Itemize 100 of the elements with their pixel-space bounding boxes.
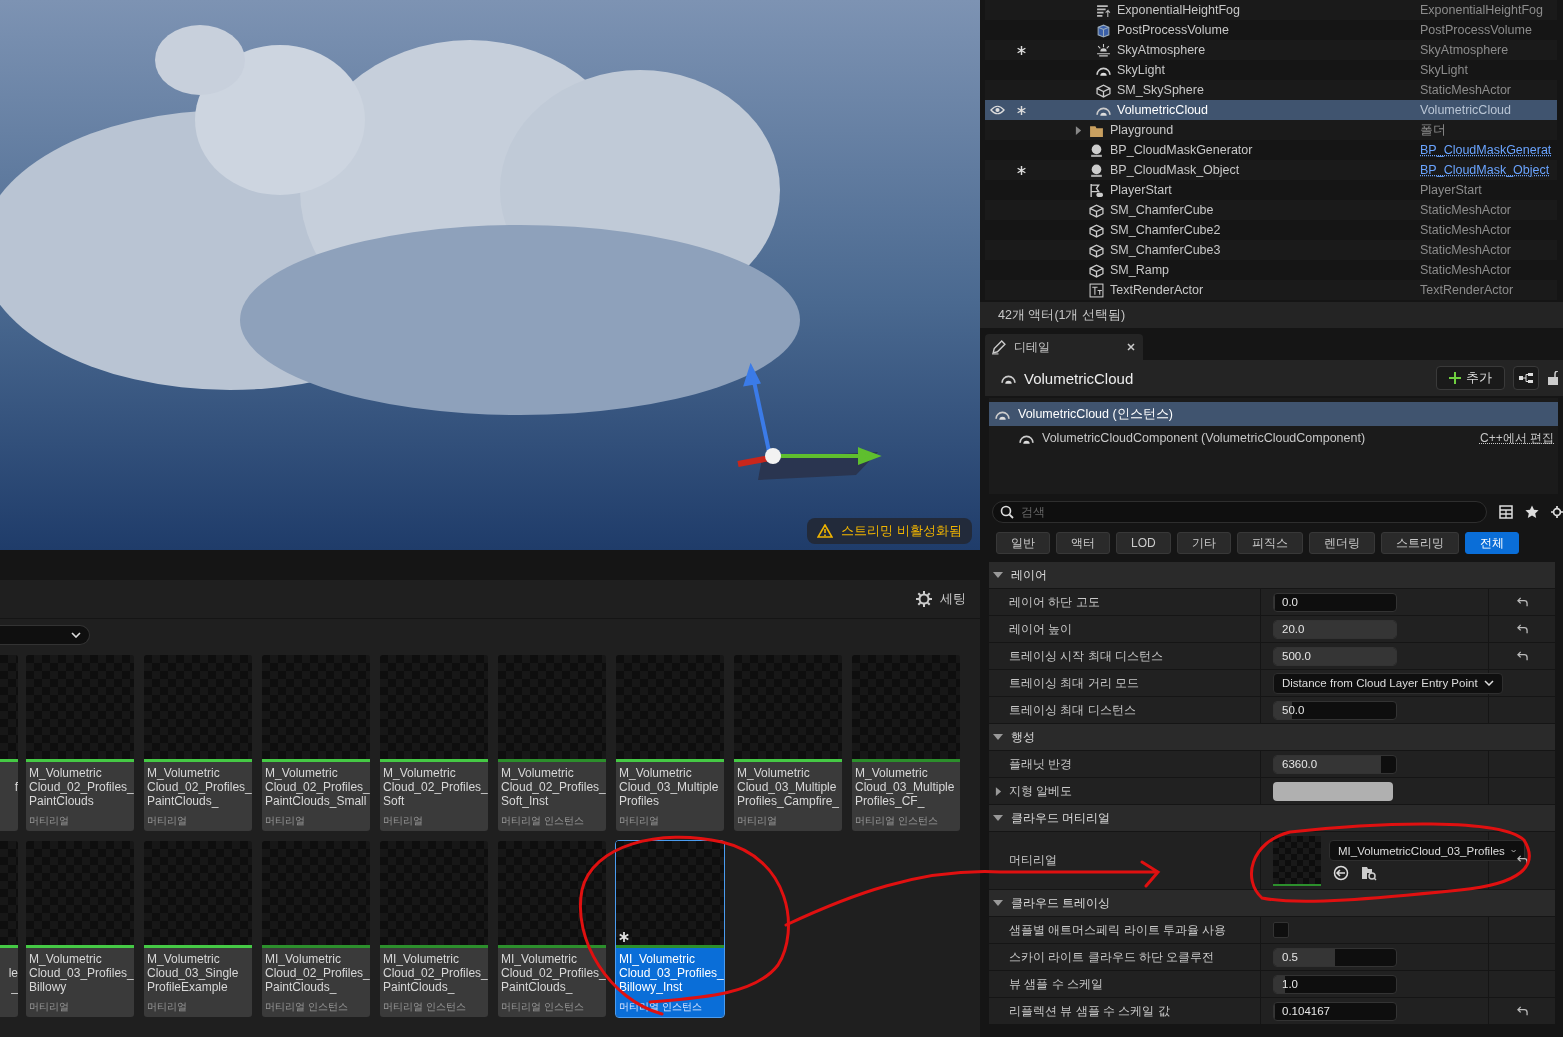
asset-type: 머티리얼 — [146, 814, 188, 828]
asset-type: 머티리얼 — [618, 814, 660, 828]
actor-name: SkyLight — [1117, 63, 1165, 77]
actor-name: PostProcessVolume — [1117, 23, 1229, 37]
asset-dropdown[interactable]: MI_VolumetricCloud_03_Profiles — [1329, 840, 1525, 861]
color-swatch[interactable] — [1273, 781, 1393, 801]
actor-type-link[interactable]: BP_CloudMask_Object — [1420, 163, 1550, 177]
section-header[interactable]: 클라우드 머티리얼 — [989, 805, 1555, 832]
collapse-arrow-icon[interactable] — [993, 814, 1003, 822]
collapse-arrow-icon[interactable] — [993, 571, 1003, 579]
settings-button[interactable]: 세팅 — [912, 588, 970, 610]
asset-tile[interactable]: MI_Volumetric Cloud_02_Profiles_ PaintClouds_ 머티리얼 인스턴스 — [262, 841, 370, 1017]
outliner-row[interactable]: SkyAtmosphere SkyAtmosphere — [985, 40, 1557, 60]
hierarchy-button[interactable] — [1513, 366, 1539, 390]
actor-type-link[interactable]: BP_CloudMaskGenerat — [1420, 143, 1552, 157]
outliner-row[interactable]: BP_CloudMask_Object BP_CloudMask_Object — [985, 160, 1557, 180]
collapse-arrow-icon[interactable] — [993, 733, 1003, 741]
filter-tab[interactable]: 스트리밍 — [1380, 532, 1459, 554]
asset-tile[interactable]: M_Volumetric Cloud_03_Multiple Profiles 머티리얼 — [616, 655, 724, 831]
actor-name: TextRenderActor — [1110, 283, 1204, 297]
number-field[interactable]: 6360.0 — [1273, 754, 1397, 774]
asset-name: M_Volumetric Cloud_03_Single ProfileExample — [146, 951, 240, 994]
number-field[interactable]: 1.0 — [1273, 974, 1397, 994]
number-field[interactable]: 50.0 — [1273, 700, 1397, 720]
number-field[interactable]: 0.104167 — [1273, 1001, 1397, 1021]
edit-in-cpp-link[interactable]: C++에서 편집 — [1480, 429, 1554, 447]
browse-folder-icon[interactable] — [1361, 865, 1377, 881]
search-field[interactable]: 검색 — [992, 501, 1487, 523]
warning-icon — [817, 524, 834, 538]
asset-tile[interactable]: M_Volumetric Cloud_02_Profiles_ PaintClouds_ 머티리얼 — [144, 655, 252, 831]
actor-type: StaticMeshActor — [1420, 243, 1511, 257]
outliner-row[interactable]: TextRenderActor TextRenderActor — [985, 280, 1557, 300]
chevron-icon — [1510, 847, 1516, 854]
outliner-row[interactable]: SM_ChamferCube StaticMeshActor — [985, 200, 1557, 220]
table-icon[interactable] — [1499, 505, 1513, 519]
section-header[interactable]: 레이어 — [989, 562, 1555, 589]
asset-tile[interactable]: M_Volumetric Cloud_02_Profiles_ Soft 머티리얼 — [380, 655, 488, 831]
asset-name: M_Volumetric Cloud_02_Profiles_ PaintClouds — [28, 765, 134, 808]
filter-tab[interactable]: LOD — [1116, 532, 1171, 554]
actor-name: SM_ChamferCube3 — [1110, 243, 1221, 257]
asset-tile[interactable]: M_Volumetric Cloud_03_Profiles_ Billowy 머티리얼 — [26, 841, 134, 1017]
section-header[interactable]: 클라우드 트레이싱 — [989, 890, 1555, 917]
settings-icon[interactable] — [1551, 505, 1563, 519]
outliner-row[interactable]: VolumetricCloud VolumetricCloud — [985, 100, 1557, 120]
reset-icon[interactable] — [1515, 650, 1529, 662]
box-icon — [1089, 242, 1104, 258]
actor-type: VolumetricCloud — [1420, 103, 1511, 117]
lock-icon[interactable] — [1547, 371, 1559, 385]
use-selected-icon[interactable] — [1333, 865, 1349, 881]
asset-tile[interactable]: M_Volumetric Cloud_03_Multiple Profiles_Campfire_ 머티리얼 — [734, 655, 842, 831]
filter-tab[interactable]: 렌더링 — [1308, 532, 1375, 554]
number-field[interactable]: 20.0 — [1273, 619, 1397, 639]
actor-name: BP_CloudMask_Object — [1110, 163, 1240, 177]
reset-icon[interactable] — [1515, 1005, 1529, 1017]
filter-tab[interactable]: 액터 — [1056, 532, 1110, 554]
collapse-arrow-icon[interactable] — [993, 899, 1003, 907]
asset-tile[interactable]: f — [0, 655, 18, 831]
filter-tab[interactable]: 피직스 — [1236, 532, 1303, 554]
checkbox[interactable] — [1273, 922, 1289, 938]
mode-dropdown[interactable]: Distance from Cloud Layer Entry Point — [1273, 672, 1503, 694]
property-label: 트레이싱 최대 디스턴스 — [1009, 701, 1136, 719]
filter-tab[interactable]: 전체 — [1464, 532, 1519, 554]
asset-tile[interactable]: M_Volumetric Cloud_02_Profiles_ Soft_Inst 머티리얼 인스턴스 — [498, 655, 606, 831]
asset-name: MI_Volumetric Cloud_02_Profiles_ PaintClouds_ — [382, 951, 488, 994]
actor-name: VolumetricCloud — [1117, 103, 1208, 117]
outliner-row[interactable]: Playground 폴더 — [985, 120, 1557, 140]
actor-name: SM_Ramp — [1110, 263, 1170, 277]
asset-tile[interactable]: MI_Volumetric Cloud_02_Profiles_ PaintClouds_ 머티리얼 인스턴스 — [380, 841, 488, 1017]
section-header[interactable]: 행성 — [989, 724, 1555, 751]
number-field[interactable]: 500.0 — [1273, 646, 1397, 666]
outliner-row[interactable]: SM_ChamferCube3 StaticMeshActor — [985, 240, 1557, 260]
hierarchy-icon — [1519, 373, 1533, 383]
reset-icon[interactable] — [1515, 596, 1529, 608]
component-item[interactable]: VolumetricCloudComponent (VolumetricCloudComponent) C++에서 편집 — [989, 426, 1558, 450]
asset-tile[interactable]: M_Volumetric Cloud_02_Profiles_ PaintClouds_Small 머티리얼 — [262, 655, 370, 831]
actor-type: PlayerStart — [1420, 183, 1482, 197]
details-tab[interactable]: 디테일 — [985, 334, 1143, 360]
star-icon[interactable] — [1525, 505, 1539, 519]
add-button[interactable]: 추가 — [1436, 366, 1505, 390]
actor-type: TextRenderActor — [1420, 283, 1514, 297]
asset-tile[interactable]: le _ — [0, 841, 18, 1017]
expand-arrow-icon[interactable] — [1075, 125, 1082, 135]
filter-tab[interactable]: 일반 — [996, 532, 1050, 554]
outliner-row[interactable]: ExponentialHeightFog ExponentialHeightFog — [985, 0, 1557, 20]
outliner-row[interactable]: SM_SkySphere StaticMeshActor — [985, 80, 1557, 100]
number-field[interactable]: 0.0 — [1273, 592, 1397, 612]
actor-name: Playground — [1110, 123, 1174, 137]
number-field[interactable]: 0.5 — [1273, 947, 1397, 967]
eye-icon[interactable] — [989, 105, 1005, 115]
reset-icon[interactable] — [1515, 623, 1529, 635]
actor-type: StaticMeshActor — [1420, 203, 1511, 217]
close-icon[interactable] — [1127, 343, 1135, 351]
component-item[interactable]: VolumetricCloud (인스턴스) — [989, 402, 1558, 426]
filter-tab[interactable]: 기타 — [1176, 532, 1231, 554]
asset-tile[interactable]: M_Volumetric Cloud_03_Single ProfileExample 머티리얼 — [144, 841, 252, 1017]
actor-name: SM_ChamferCube — [1110, 203, 1214, 217]
asset-tile[interactable]: M_Volumetric Cloud_03_Multiple Profiles_CF_ 머티리얼 인스턴스 — [852, 655, 960, 831]
expand-arrow-icon[interactable] — [995, 786, 1002, 796]
asset-tile[interactable]: M_Volumetric Cloud_02_Profiles_ PaintClouds 머티리얼 — [26, 655, 134, 831]
asset-type: 머티리얼 인스턴스 — [500, 814, 585, 828]
